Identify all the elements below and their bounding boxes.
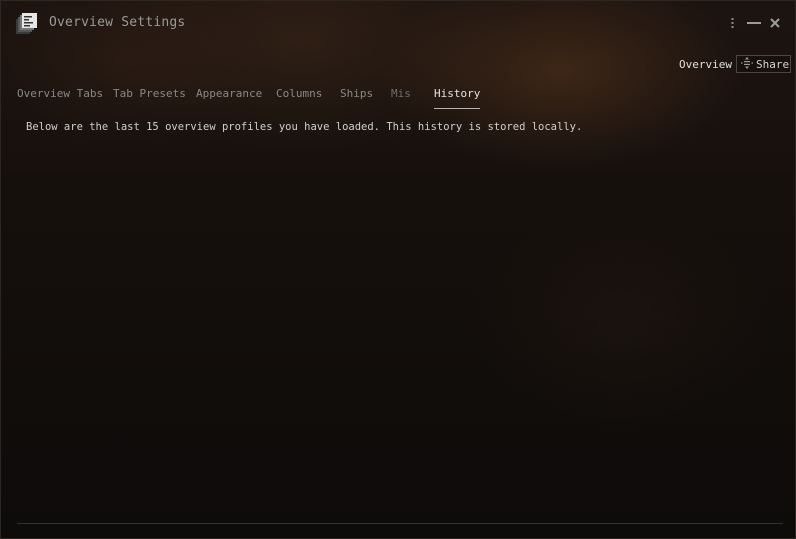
tab-tab-presets[interactable]: Tab Presets (113, 87, 186, 109)
current-profile-label: Overview (679, 58, 732, 71)
share-icon (741, 56, 753, 72)
tab-history[interactable]: History (434, 87, 481, 109)
share-button[interactable]: Share (736, 55, 791, 73)
tab-ships[interactable]: Ships (340, 87, 373, 109)
minimize-icon[interactable] (746, 16, 762, 30)
tab-misc[interactable]: Misc (391, 87, 412, 109)
overview-settings-icon (16, 13, 38, 35)
close-icon[interactable] (768, 16, 782, 30)
kebab-menu-icon[interactable] (728, 16, 736, 30)
overview-settings-window: Overview Settings Overview Share Overvie… (0, 0, 796, 539)
tab-appearance[interactable]: Appearance (196, 87, 262, 109)
footer-divider (17, 523, 783, 524)
window-title: Overview Settings (49, 15, 186, 30)
share-button-label: Share (756, 57, 790, 71)
tab-columns[interactable]: Columns (276, 87, 322, 109)
history-description: Below are the last 15 overview profiles … (26, 121, 583, 133)
tab-overview-tabs[interactable]: Overview Tabs (17, 87, 103, 109)
